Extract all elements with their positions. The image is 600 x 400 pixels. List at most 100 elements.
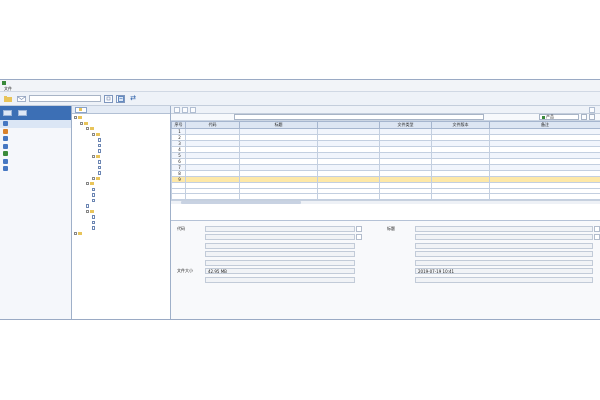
leftnav-header xyxy=(0,106,71,120)
nav-item-icon xyxy=(3,143,8,149)
table-cell xyxy=(185,193,240,200)
table-cell xyxy=(317,193,380,200)
file-icon xyxy=(98,160,101,164)
column-header[interactable]: 标题 xyxy=(239,121,318,129)
tree-expander-icon[interactable] xyxy=(74,231,77,235)
tree-expander-icon[interactable] xyxy=(74,116,77,120)
leftnav-item-4[interactable] xyxy=(0,150,71,158)
file-icon xyxy=(86,204,89,208)
file-icon xyxy=(92,187,95,191)
property-value-field[interactable]: 2019-07-19 10:41 xyxy=(415,268,593,274)
file-icon xyxy=(92,226,95,230)
property-value-field[interactable] xyxy=(205,276,355,283)
table-cell xyxy=(171,193,186,200)
property-value-field[interactable] xyxy=(205,259,355,266)
property-value-field[interactable] xyxy=(415,251,593,257)
property-picker-button[interactable] xyxy=(594,234,600,240)
property-value-field[interactable] xyxy=(415,276,593,283)
search-input[interactable] xyxy=(29,95,101,102)
table-cell xyxy=(489,193,600,200)
column-header[interactable]: 序号 xyxy=(171,121,186,129)
refresh-icon[interactable]: ⇄ xyxy=(128,95,138,103)
property-value-field[interactable] xyxy=(205,251,355,257)
leftnav-item-6[interactable] xyxy=(0,165,71,173)
nav-item-icon xyxy=(3,158,8,164)
property-value-field[interactable] xyxy=(205,242,355,249)
search-go-button[interactable] xyxy=(104,94,113,103)
tree-expander-icon[interactable] xyxy=(86,127,89,131)
tree-expander-icon[interactable] xyxy=(80,121,83,125)
main-toolbar: ⇄ xyxy=(0,92,600,106)
file-action-button-2[interactable] xyxy=(182,106,188,113)
property-picker-button[interactable] xyxy=(356,225,362,232)
leftnav-item-1[interactable] xyxy=(0,128,71,136)
property-value-field[interactable]: 42.95 MB xyxy=(205,268,355,274)
leftnav-item-0[interactable] xyxy=(0,120,71,128)
left-navigation xyxy=(0,106,72,319)
property-row xyxy=(387,259,593,266)
property-value-field[interactable] xyxy=(205,225,355,232)
close-panel-button[interactable] xyxy=(589,106,595,113)
leftnav-item-2[interactable] xyxy=(0,135,71,143)
property-row xyxy=(387,276,593,283)
tree-tab-icon xyxy=(79,108,82,111)
property-panel: 代码 文件大小 42.95 MB 标题 2019-07-19 10:41 xyxy=(171,220,600,319)
property-row: 标题 xyxy=(387,225,600,232)
table-cell xyxy=(431,193,490,200)
property-value-field[interactable] xyxy=(415,225,593,232)
table-cell xyxy=(239,193,318,200)
mail-icon[interactable] xyxy=(16,95,26,103)
folder-icon xyxy=(90,209,94,213)
tree-node[interactable] xyxy=(72,231,170,237)
column-header[interactable] xyxy=(317,121,380,129)
reset-button[interactable] xyxy=(589,114,595,120)
tree-tab[interactable] xyxy=(75,106,87,113)
property-row xyxy=(177,259,355,266)
search-button[interactable] xyxy=(581,114,587,120)
tree-expander-icon[interactable] xyxy=(86,182,89,186)
property-row xyxy=(387,242,593,249)
property-row xyxy=(387,251,593,258)
file-icon xyxy=(92,198,95,202)
tree-expander-icon[interactable] xyxy=(92,154,95,158)
menu-item-0[interactable]: 文件 xyxy=(4,86,12,92)
file-list-pane: 产品 序号 代码 标题 文件类型 文件版本 备注 123456789 代码 文件大小 42.9… xyxy=(171,106,600,319)
tree-expander-icon[interactable] xyxy=(92,132,95,136)
category-select[interactable]: 产品 xyxy=(539,114,579,120)
property-picker-button[interactable] xyxy=(356,234,362,240)
file-table: 序号 代码 标题 文件类型 文件版本 备注 123456789 xyxy=(171,121,600,200)
table-cell xyxy=(379,193,432,200)
app-logo-icon xyxy=(2,81,6,85)
property-row xyxy=(177,242,355,249)
filter-input[interactable] xyxy=(234,114,484,120)
property-value-field[interactable] xyxy=(415,242,593,249)
file-icon xyxy=(98,171,101,175)
tree-expander-icon[interactable] xyxy=(86,209,89,213)
column-header[interactable]: 文件版本 xyxy=(431,121,490,129)
leftnav-mode-button[interactable] xyxy=(18,110,27,116)
document-icon[interactable] xyxy=(116,94,125,103)
folder-icon xyxy=(90,182,94,186)
leftnav-item-5[interactable] xyxy=(0,158,71,166)
folder-icon[interactable] xyxy=(3,95,13,103)
horizontal-scrollbar[interactable] xyxy=(171,199,600,204)
folder-icon xyxy=(96,176,100,180)
file-action-button-3[interactable] xyxy=(190,106,196,113)
folder-icon xyxy=(84,121,88,125)
property-row xyxy=(177,276,355,283)
tree-expander-icon[interactable] xyxy=(92,176,95,180)
file-icon xyxy=(92,220,95,224)
empty-row xyxy=(171,193,600,200)
column-header[interactable]: 代码 xyxy=(185,121,240,129)
property-value-field[interactable] xyxy=(415,259,593,266)
scroll-thumb[interactable] xyxy=(181,201,301,204)
leftnav-toggle-button[interactable] xyxy=(3,110,12,116)
file-action-button-1[interactable] xyxy=(174,106,180,113)
property-value-field[interactable] xyxy=(415,234,593,240)
column-header[interactable]: 备注 xyxy=(489,121,600,129)
column-header[interactable]: 文件类型 xyxy=(379,121,432,129)
property-value-field[interactable] xyxy=(205,234,355,240)
nav-item-icon xyxy=(3,121,8,127)
leftnav-item-3[interactable] xyxy=(0,143,71,151)
property-picker-button[interactable] xyxy=(594,225,600,232)
